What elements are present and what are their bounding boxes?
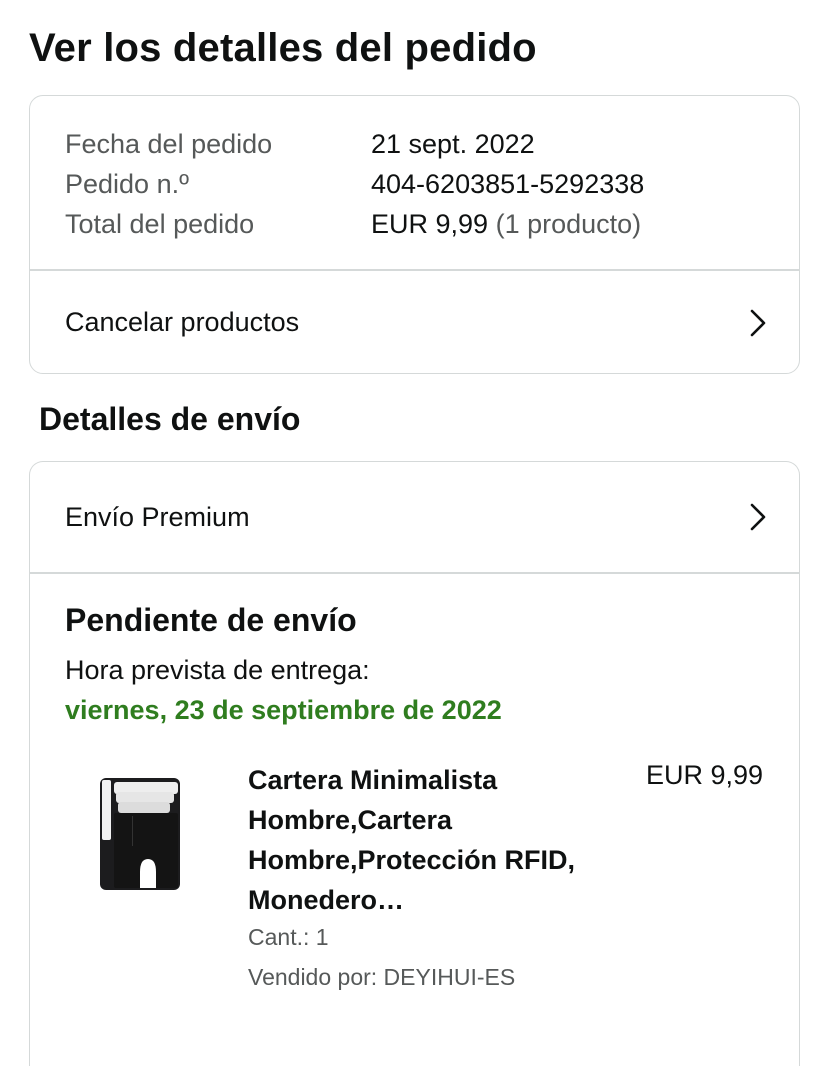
order-total-row: Total del pedido EUR 9,99 (1 producto) (65, 204, 644, 244)
product-quantity: Cant.: 1 (248, 924, 329, 950)
order-item-count: (1 producto) (495, 208, 642, 239)
order-date-label: Fecha del pedido (65, 128, 273, 159)
product-seller: Vendido por: DEYIHUI-ES (248, 964, 516, 990)
order-summary-card: Fecha del pedido 21 sept. 2022 Pedido n.… (29, 95, 800, 374)
page-title: Ver los detalles del pedido (29, 26, 537, 70)
shipping-divider (30, 572, 799, 574)
cancel-products-button[interactable]: Cancelar productos (30, 271, 799, 373)
shipping-details-card: Envío Premium Pendiente de envío Hora pr… (29, 461, 800, 1066)
cancel-products-label: Cancelar productos (65, 307, 300, 337)
order-date-value: 21 sept. 2022 (371, 128, 535, 159)
shipment-status-title: Pendiente de envío (65, 602, 357, 638)
order-total-value: EUR 9,99 (371, 208, 489, 239)
shipping-section-title: Detalles de envío (39, 401, 301, 437)
chevron-right-icon (750, 309, 766, 336)
delivery-estimate-label: Hora prevista de entrega: (65, 655, 370, 685)
order-number-row: Pedido n.º 404-6203851-5292338 (65, 164, 644, 204)
product-title-link[interactable]: Cartera Minimalista Hombre,Cartera Hombr… (248, 760, 578, 920)
order-total-label: Total del pedido (65, 208, 255, 239)
order-date-row: Fecha del pedido 21 sept. 2022 (65, 124, 644, 164)
order-summary-rows: Fecha del pedido 21 sept. 2022 Pedido n.… (65, 124, 644, 244)
shipping-method-label: Envío Premium (65, 501, 250, 532)
order-number-label: Pedido n.º (65, 168, 189, 199)
delivery-estimate-date: viernes, 23 de septiembre de 2022 (65, 695, 502, 725)
chevron-right-icon (750, 503, 766, 531)
order-number-value: 404-6203851-5292338 (371, 168, 645, 199)
shipping-method-button[interactable]: Envío Premium (30, 462, 799, 572)
order-total-value-group: EUR 9,99 (1 producto) (371, 209, 641, 240)
product-price: EUR 9,99 (645, 760, 763, 790)
wallet-image[interactable] (88, 764, 188, 894)
